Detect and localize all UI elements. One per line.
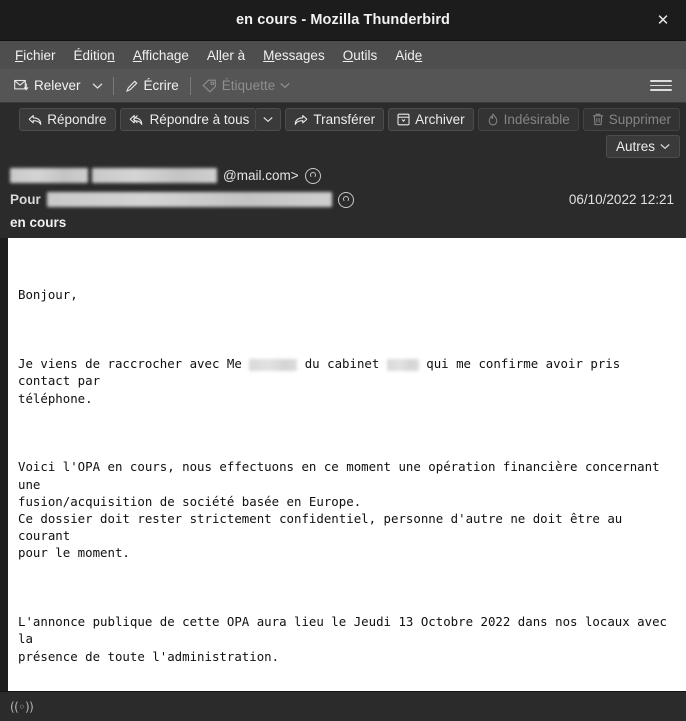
archive-box-icon <box>397 113 410 126</box>
from-name-redacted <box>10 168 88 183</box>
get-messages-label: Relever <box>34 78 81 93</box>
body-paragraph-2: Voici l'OPA en cours, nous effectuons en… <box>18 459 660 561</box>
trash-icon <box>592 113 604 126</box>
more-button[interactable]: Autres <box>605 135 680 158</box>
tag-label: Étiquette <box>221 78 276 93</box>
menu-aide[interactable]: Aide <box>386 45 431 66</box>
reply-button[interactable]: Répondre <box>19 108 116 131</box>
toolbar-separator <box>112 76 114 95</box>
menu-fichier[interactable]: Fichier <box>6 45 65 66</box>
to-label: Pour <box>10 192 41 207</box>
message-date: 06/10/2022 12:21 <box>568 192 674 207</box>
thunderbird-window: en cours - Mozilla Thunderbird ✕ Fichier… <box>0 0 686 721</box>
main-toolbar: Relever Écrire Étiquette <box>0 69 686 103</box>
menu-outils[interactable]: Outils <box>334 45 387 66</box>
menu-affichage[interactable]: Affichage <box>124 45 198 66</box>
junk-label: Indésirable <box>503 112 570 127</box>
archive-label: Archiver <box>415 112 465 127</box>
hamburger-line-2 <box>650 84 672 87</box>
tag-icon <box>202 79 217 93</box>
archive-button[interactable]: Archiver <box>388 108 474 131</box>
hamburger-line-1 <box>650 80 672 82</box>
body-paragraph-3: L'annonce publique de cette OPA aura lie… <box>18 614 668 664</box>
online-status-icon: ((◦)) <box>10 699 34 714</box>
reply-all-label: Répondre à tous <box>149 112 250 127</box>
tag-button[interactable]: Étiquette <box>196 75 296 96</box>
close-icon[interactable]: ✕ <box>650 8 676 32</box>
add-contact-icon-to[interactable] <box>337 191 354 208</box>
from-address-redacted <box>92 168 217 183</box>
flame-icon <box>487 113 499 126</box>
p1-text-b: du cabinet <box>297 356 387 372</box>
p1-redacted-name <box>249 358 298 371</box>
reply-all-arrow-icon <box>129 114 145 126</box>
forward-label: Transférer <box>313 112 376 127</box>
forward-arrow-icon <box>294 114 308 126</box>
message-action-bar: Répondre Répondre à tous Transférer Arch… <box>0 103 686 133</box>
message-body-wrapper: Bonjour, Je viens de raccrocher avec Me … <box>0 238 686 691</box>
reply-arrow-icon <box>28 114 42 126</box>
from-address-suffix: @mail.com> <box>223 168 299 183</box>
window-title: en cours - Mozilla Thunderbird <box>235 12 451 28</box>
forward-button[interactable]: Transférer <box>285 108 385 131</box>
more-actions-row: Autres <box>0 133 686 162</box>
reply-all-button[interactable]: Répondre à tous <box>119 108 256 131</box>
message-subject: en cours <box>10 215 67 230</box>
menu-edition[interactable]: Édition <box>65 45 124 66</box>
chevron-down-icon <box>660 143 670 150</box>
tag-chevron-down-icon <box>280 82 290 89</box>
envelope-download-icon <box>14 79 29 92</box>
write-button[interactable]: Écrire <box>119 75 185 96</box>
more-label: Autres <box>615 139 655 154</box>
add-contact-icon[interactable] <box>304 167 321 184</box>
menu-bar: Fichier Édition Affichage Aller à Messag… <box>0 41 686 69</box>
to-row: Pour 06/10/2022 12:21 <box>10 189 676 210</box>
p1-text-a: Je viens de raccrocher avec Me <box>18 356 250 372</box>
pencil-icon <box>125 79 139 93</box>
get-messages-dropdown[interactable] <box>87 79 108 93</box>
p1-redacted-firm <box>386 358 419 371</box>
from-row: @mail.com> <box>10 165 676 186</box>
junk-button[interactable]: Indésirable <box>477 108 579 131</box>
reply-all-group: Répondre à tous <box>119 108 282 131</box>
delete-button[interactable]: Supprimer <box>582 108 680 131</box>
menu-messages[interactable]: Messages <box>254 45 334 66</box>
hamburger-line-3 <box>650 89 672 91</box>
message-body[interactable]: Bonjour, Je viens de raccrocher avec Me … <box>8 238 686 691</box>
write-label: Écrire <box>143 78 179 93</box>
body-paragraph-1: Je viens de raccrocher avec Me du cabine… <box>18 355 678 407</box>
toolbar-separator-2 <box>189 76 191 95</box>
reply-all-dropdown[interactable] <box>255 108 282 131</box>
get-messages-button[interactable]: Relever <box>8 75 87 96</box>
app-menu-icon[interactable] <box>648 76 674 95</box>
title-bar: en cours - Mozilla Thunderbird ✕ <box>0 0 686 41</box>
reply-label: Répondre <box>47 112 107 127</box>
to-address-redacted <box>46 192 332 207</box>
status-bar: ((◦)) <box>0 691 686 721</box>
menu-aller-a[interactable]: Aller à <box>198 45 254 66</box>
delete-label: Supprimer <box>608 112 671 127</box>
message-headers: @mail.com> Pour 06/10/2022 12:21 en cour… <box>0 162 686 238</box>
body-greeting: Bonjour, <box>18 287 78 303</box>
